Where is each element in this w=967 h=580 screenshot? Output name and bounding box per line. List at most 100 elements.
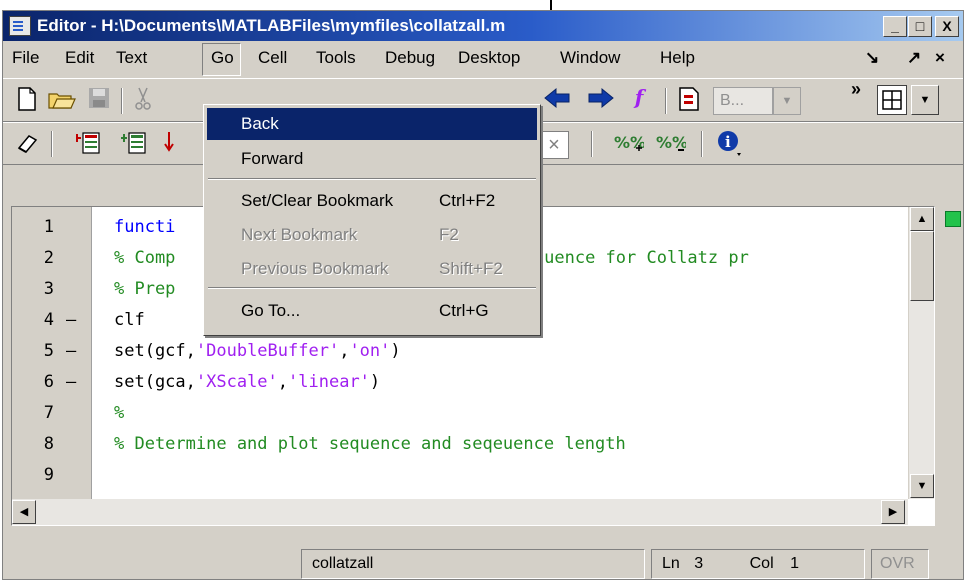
new-file-icon[interactable] [13, 86, 41, 114]
code-analyzer-status-indicator[interactable] [945, 211, 961, 227]
info-icon[interactable]: i [715, 129, 743, 157]
stack-select[interactable]: B... [713, 87, 773, 115]
vertical-scroll-thumb[interactable] [910, 231, 934, 301]
menu-file[interactable]: File [12, 48, 39, 68]
open-folder-icon[interactable] [47, 86, 76, 114]
code-token: set(gca, [114, 372, 196, 392]
toolbar-separator [591, 131, 593, 157]
code-token: ) [390, 341, 401, 361]
code-line[interactable]: set(gcf,'DoubleBuffer','on') [114, 341, 401, 361]
go-menu-item-forward[interactable]: Forward [207, 143, 537, 175]
toolbar-separator [665, 88, 667, 114]
editor-window: Editor - H:\Documents\MATLABFiles\mymfil… [2, 10, 964, 580]
eval-cell-icon[interactable] [75, 130, 103, 158]
menu-item-shortcut: F2 [439, 225, 459, 244]
code-line[interactable]: % [114, 403, 124, 423]
go-menu-item-back[interactable]: Back [207, 108, 537, 140]
menu-item-shortcut: Shift+F2 [439, 259, 503, 278]
undock-icon[interactable]: ↗ [907, 48, 921, 68]
close-button[interactable]: X [935, 16, 959, 37]
scroll-up-button[interactable]: ▲ [910, 207, 934, 231]
menu-desktop[interactable]: Desktop [458, 48, 520, 68]
eval-advance-icon[interactable] [119, 130, 147, 158]
go-menu-dropdown: Back Forward Set/Clear Bookmark Ctrl+F2 Next… [203, 104, 541, 336]
horizontal-scrollbar[interactable]: ◀ ▶ [12, 499, 908, 525]
code-token: functi [114, 217, 176, 237]
line-number: 8 [43, 434, 54, 454]
toolbar-separator [701, 131, 703, 157]
scroll-down-button[interactable]: ▼ [910, 474, 934, 498]
menu-item-shortcut: Ctrl+G [439, 301, 489, 320]
vertical-scrollbar[interactable]: ▲ ▼ [908, 207, 934, 499]
toolbar-separator [51, 131, 53, 157]
menu-item-shortcut: Ctrl+F2 [439, 191, 496, 210]
maximize-button[interactable]: □ [908, 16, 932, 37]
toolbar-overflow-icon[interactable]: » [851, 79, 861, 100]
menu-text[interactable]: Text [116, 48, 147, 68]
forward-arrow-icon[interactable] [587, 86, 615, 114]
menu-item-label: Forward [241, 149, 304, 168]
clear-field-icon[interactable]: × [539, 131, 569, 159]
code-token: % Prep [114, 279, 176, 299]
line-number: 5 [43, 341, 54, 361]
stack-select-arrow[interactable]: ▼ [773, 87, 801, 115]
breakpoint-marker[interactable]: – [66, 372, 76, 392]
menu-help[interactable]: Help [660, 48, 695, 68]
scroll-right-button[interactable]: ▶ [881, 500, 905, 524]
status-position: Ln 3 Col 1 [651, 549, 865, 579]
code-token: 'on' [349, 341, 391, 361]
menu-debug[interactable]: Debug [385, 48, 435, 68]
go-menu-item-set-clear-bookmark[interactable]: Set/Clear Bookmark Ctrl+F2 [207, 185, 537, 217]
menu-window[interactable]: Window [560, 48, 620, 68]
code-token: sequence for Collatz pr [513, 248, 749, 268]
minimize-button[interactable]: _ [883, 16, 907, 37]
go-menu-item-previous-bookmark: Previous Bookmark Shift+F2 [207, 253, 537, 285]
status-bar: collatzall Ln 3 Col 1 OVR [3, 539, 963, 579]
column-value: 1 [790, 555, 799, 572]
close-document-icon[interactable]: × [935, 48, 945, 68]
editor-app-icon [9, 16, 31, 36]
breakpoint-marker[interactable]: – [66, 341, 76, 361]
code-token: set(gcf, [114, 341, 196, 361]
code-line[interactable]: % Determine and plot sequence and seqeue… [114, 434, 626, 454]
menu-item-label: Previous Bookmark [241, 259, 389, 278]
menu-edit[interactable]: Edit [65, 48, 94, 68]
menu-go[interactable]: Go [211, 48, 234, 68]
code-line[interactable]: clf [114, 310, 145, 330]
code-token: , [339, 341, 350, 361]
svg-text:i: i [725, 133, 731, 151]
code-line[interactable]: set(gca,'XScale','linear') [114, 372, 380, 392]
status-function-name: collatzall [301, 549, 645, 579]
function-icon[interactable]: f [625, 85, 653, 113]
go-menu-item-go-to[interactable]: Go To... Ctrl+G [207, 295, 537, 327]
dock-icon[interactable]: ↘ [865, 48, 879, 68]
code-line[interactable]: % Prep [114, 279, 175, 299]
code-line[interactable]: functi [114, 217, 175, 237]
code-token: 'XScale' [195, 372, 278, 392]
eraser-icon[interactable] [13, 130, 41, 158]
increment-percent-icon[interactable]: %% [611, 130, 646, 158]
back-arrow-icon[interactable] [543, 86, 571, 114]
code-token: % Determine and plot sequence and seqeue… [114, 434, 626, 454]
menu-cell[interactable]: Cell [258, 48, 287, 68]
layout-dropdown-arrow[interactable]: ▼ [911, 85, 939, 115]
line-number: 2 [43, 248, 54, 268]
decrement-percent-icon[interactable]: %% [653, 130, 688, 158]
title-bar[interactable]: Editor - H:\Documents\MATLABFiles\mymfil… [3, 11, 963, 41]
window-title: Editor - H:\Documents\MATLABFiles\mymfil… [37, 16, 506, 35]
line-number-gutter[interactable]: 1 2 3 4–5–6–7 8 9 [12, 207, 92, 499]
column-label: Col [749, 555, 774, 572]
scroll-left-button[interactable]: ◀ [12, 500, 36, 524]
save-icon[interactable] [85, 86, 113, 114]
stack-icon[interactable] [675, 86, 703, 114]
code-token: clf [114, 310, 145, 330]
menu-tools[interactable]: Tools [316, 48, 356, 68]
line-number: 4 [43, 310, 54, 330]
cut-icon[interactable] [133, 86, 153, 114]
breakpoint-marker[interactable]: – [66, 310, 76, 330]
code-token: % Comp [114, 248, 176, 268]
layout-grid-icon[interactable] [877, 85, 907, 115]
line-number: 9 [43, 465, 54, 485]
go-menu-item-next-bookmark: Next Bookmark F2 [207, 219, 537, 251]
eval-file-icon[interactable] [163, 130, 187, 158]
